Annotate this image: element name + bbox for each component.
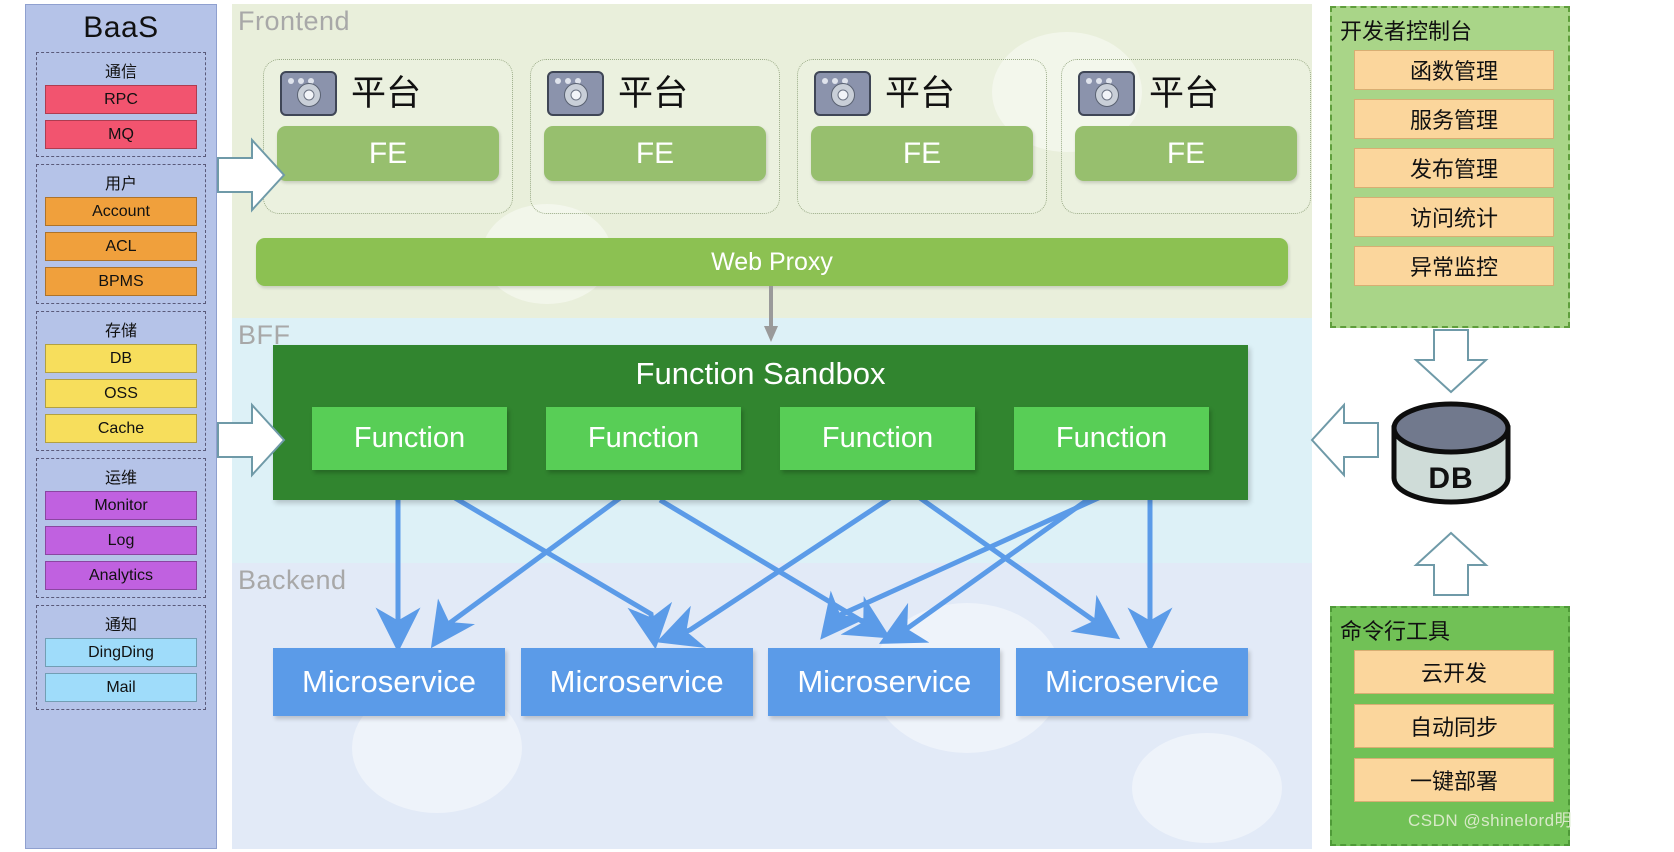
microservice-box-0[interactable]: Microservice [273,648,505,716]
browser-icon [1078,71,1135,116]
cli-tool-item-0[interactable]: 云开发 [1354,650,1554,694]
baas-item-log[interactable]: Log [45,526,197,555]
platform-label: 平台 [885,74,956,113]
proxy-to-sandbox-arrow [764,286,778,342]
baas-group-4: 通知 DingDing Mail [36,605,206,710]
microservice-box-2[interactable]: Microservice [768,648,1001,716]
baas-item-acl[interactable]: ACL [45,232,197,261]
platform-label: 平台 [1149,74,1220,113]
baas-group-title: 通信 [104,64,137,81]
baas-item-analytics[interactable]: Analytics [45,561,197,590]
function-box-3[interactable]: Function [1014,407,1209,470]
function-box-1[interactable]: Function [546,407,741,470]
function-box-0[interactable]: Function [312,407,507,470]
platform-card-1: 平台 FE [530,59,780,214]
baas-item-account[interactable]: Account [45,197,197,226]
baas-group-title: 存储 [104,323,137,340]
fe-box-2[interactable]: FE [811,126,1033,181]
platform-card-2: 平台 FE [797,59,1047,214]
dev-console-item-4[interactable]: 异常监控 [1354,246,1554,286]
baas-title: BaaS [83,11,159,44]
baas-item-mail[interactable]: Mail [45,673,197,702]
baas-item-oss[interactable]: OSS [45,379,197,408]
cli-tool-title: 命令行工具 [1340,619,1451,644]
baas-item-db[interactable]: DB [45,344,197,373]
baas-panel: BaaS 通信 RPC MQ 用户 Account ACL BPMS 存储 DB OSS Cache… [25,4,217,849]
dev-console-item-2[interactable]: 发布管理 [1354,148,1554,188]
platform-card-0: 平台 FE [263,59,513,214]
dev-console-item-1[interactable]: 服务管理 [1354,99,1554,139]
microservice-row: Microservice Microservice Microservice Micr… [273,648,1248,716]
function-sandbox: Function Sandbox Function Function Functio… [273,345,1248,500]
cli-tool-item-1[interactable]: 自动同步 [1354,704,1554,748]
baas-group-2: 存储 DB OSS Cache [36,311,206,451]
platform-label: 平台 [618,74,689,113]
baas-item-cache[interactable]: Cache [45,414,197,443]
platform-label: 平台 [351,74,422,113]
database-label: DB [1428,462,1474,495]
browser-icon [814,71,871,116]
baas-item-dingding[interactable]: DingDing [45,638,197,667]
developer-console-panel: 开发者控制台 函数管理服务管理发布管理访问统计异常监控 [1330,6,1570,328]
fe-box-3[interactable]: FE [1075,126,1297,181]
database-cylinder: DB [1386,400,1516,508]
web-proxy-bar[interactable]: Web Proxy [256,238,1288,286]
architecture-diagram: Frontend BFF Backend BaaS 通信 RPC MQ 用户 Accou… [0,0,1674,852]
baas-item-monitor[interactable]: Monitor [45,491,197,520]
microservice-box-1[interactable]: Microservice [520,648,753,716]
baas-group-1: 用户 Account ACL BPMS [36,164,206,304]
microservice-box-3[interactable]: Microservice [1015,648,1248,716]
function-box-2[interactable]: Function [780,407,975,470]
baas-group-title: 运维 [104,470,137,487]
baas-group-title: 用户 [104,176,137,193]
baas-group-title: 通知 [104,617,137,634]
baas-item-bpms[interactable]: BPMS [45,267,197,296]
baas-group-0: 通信 RPC MQ [36,52,206,157]
baas-item-mq[interactable]: MQ [45,120,197,149]
dev-console-item-0[interactable]: 函数管理 [1354,50,1554,90]
platform-card-3: 平台 FE [1061,59,1311,214]
cli-tool-item-2[interactable]: 一键部署 [1354,758,1554,802]
dev-console-item-3[interactable]: 访问统计 [1354,197,1554,237]
fe-box-0[interactable]: FE [277,126,499,181]
browser-icon [280,71,337,116]
baas-item-rpc[interactable]: RPC [45,85,197,114]
baas-group-3: 运维 Monitor Log Analytics [36,458,206,598]
developer-console-title: 开发者控制台 [1340,19,1473,44]
watermark: CSDN @shinelord明 [1408,811,1573,830]
function-sandbox-title: Function Sandbox [635,356,886,391]
frontend-layer-label: Frontend [238,6,351,36]
browser-icon [547,71,604,116]
backend-layer-label: Backend [238,565,347,595]
fe-box-1[interactable]: FE [544,126,766,181]
